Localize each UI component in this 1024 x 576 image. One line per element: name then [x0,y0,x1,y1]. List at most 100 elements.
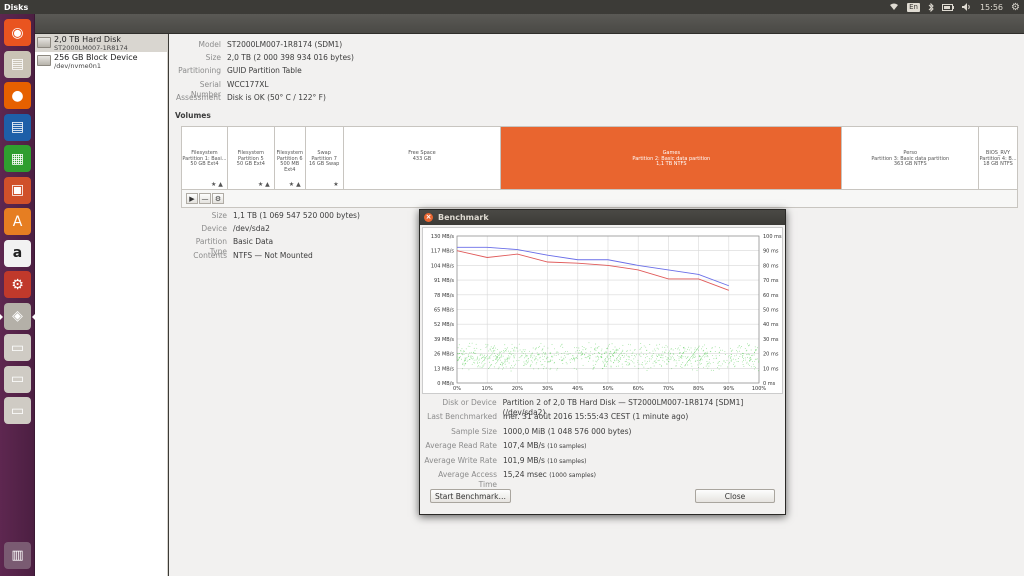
access-time-point [703,356,705,358]
amazon-icon[interactable]: a [4,239,31,267]
access-time-point [614,350,616,352]
remove-button[interactable]: — [199,193,211,204]
access-time-point [484,358,486,360]
access-time-point [747,363,749,365]
bluetooth-icon[interactable] [928,2,934,12]
volume-segment-free-space[interactable]: Free Space 433 GB [344,127,502,189]
sample-size-row: Sample Size 1000,0 MiB (1 048 576 000 by… [420,427,787,437]
close-icon[interactable]: × [424,213,433,222]
last-benchmarked-label: Last Benchmarked [427,412,497,421]
access-time-point [616,351,617,353]
access-time-point [605,365,607,367]
impress-icon[interactable]: ▣ [4,176,31,204]
access-time-point [548,361,550,363]
access-time-point [504,358,506,360]
firefox-icon[interactable]: ● [4,82,31,109]
gear-icon[interactable]: ⚙ [1011,2,1020,13]
settings-button[interactable]: ⚙ [212,193,224,204]
writer-icon[interactable]: ▤ [4,113,31,141]
access-time-point [611,343,613,345]
access-time-point [510,350,512,352]
trash-icon[interactable]: ▥ [4,542,31,569]
access-time-point [733,363,735,365]
volume-segment-selected[interactable]: Games Partition 2: Basic data partition … [501,127,843,189]
access-time-point [514,347,515,349]
close-button[interactable]: Close [695,489,775,503]
start-benchmark-button[interactable]: Start Benchmark… [430,489,511,503]
y-tick-label-right: 80 ms [763,263,779,269]
drive-icon-1[interactable]: ▭ [4,334,31,361]
volume-segment[interactable]: Swap Partition 7 16 GB Swap ★ [306,127,344,189]
volume-flags: ★ ▲ [288,180,301,188]
device-item-block-device[interactable]: 256 GB Block Device /dev/nvme0n1 [35,52,167,70]
access-time-point [705,353,707,355]
access-time-point [606,356,608,358]
access-time-point [489,357,491,359]
drive-icon-2[interactable]: ▭ [4,365,31,393]
access-time-point [687,348,689,350]
access-time-point [754,358,756,360]
access-time-point [758,360,760,362]
access-time-point [556,351,558,353]
access-time-point [642,364,644,366]
volume-segment[interactable]: BIOS_RVY Partition 4: B... 18 GB NTFS [979,127,1017,189]
access-time-point [524,351,526,353]
volume-segment[interactable]: Perso Partition 3: Basic data partition … [842,127,980,189]
access-time-point [645,346,647,348]
calc-icon[interactable]: ▦ [4,145,31,172]
access-time-point [677,348,679,350]
access-time-point [476,358,478,360]
access-time-point [699,360,701,362]
access-time-point [660,357,662,359]
read-rate-row: Average Read Rate 107,4 MB/s (10 samples… [420,441,787,452]
device-name: 256 GB Block Device [54,53,138,62]
access-time-point [525,355,527,357]
device-item-hard-disk[interactable]: 2,0 TB Hard Disk ST2000LM007-1R8174 [35,34,167,52]
disks-icon[interactable]: ◈ [0,302,35,330]
access-time-point [470,355,472,357]
access-time-point [497,368,499,370]
access-time-point [512,353,514,355]
access-time-point [622,344,624,346]
access-time-point [727,356,729,358]
access-time-point [564,355,566,357]
files-icon[interactable]: ▤ [4,50,31,78]
access-time-point [695,356,697,358]
software-center-icon[interactable]: A [4,208,31,235]
access-time-point [497,357,499,359]
access-time-point [600,350,602,352]
access-time-point [544,353,545,355]
access-time-point [497,356,498,358]
access-time-point [706,348,707,350]
system-settings-icon[interactable]: ⚙ [4,271,31,298]
ubuntu-dash-icon[interactable]: ◉ [4,19,31,46]
access-time-point [509,356,511,358]
volume-icon[interactable] [961,3,972,11]
access-time-point [478,359,480,361]
access-time-point [721,363,723,365]
access-time-point [530,360,532,362]
clock[interactable]: 15:56 [980,3,1003,12]
access-time-point [633,358,635,360]
access-time-point [656,356,658,358]
play-button[interactable]: ▶ [186,193,198,204]
access-time-point [551,344,553,346]
volume-segment[interactable]: Filesystem Partition 5 50 GB Ext4 ★ ▲ [228,127,275,189]
access-time-point [549,359,551,361]
access-time-point [707,367,709,369]
access-time-point [648,358,650,360]
drive-icon-3[interactable]: ▭ [4,397,31,424]
volume-segment[interactable]: Filesystem Partition 6 500 MB Ext4 ★ ▲ [275,127,306,189]
access-time-point [569,353,571,355]
volume-segment[interactable]: Filesystem Partition 1: Basi... 50 GB Ex… [182,127,228,189]
access-time-point [583,347,585,349]
access-time-point [593,352,595,354]
size-label: Size [205,53,221,62]
wifi-icon[interactable] [889,3,899,11]
benchmark-dialog: × Benchmark 0% 10% 20% 30% 40% 50% 60% 70% 80% 90… [419,209,786,515]
access-time-point [652,362,654,364]
access-time-point [680,364,682,366]
access-time-point [724,351,726,353]
keyboard-indicator[interactable]: En [907,2,920,12]
battery-icon[interactable] [941,3,954,11]
